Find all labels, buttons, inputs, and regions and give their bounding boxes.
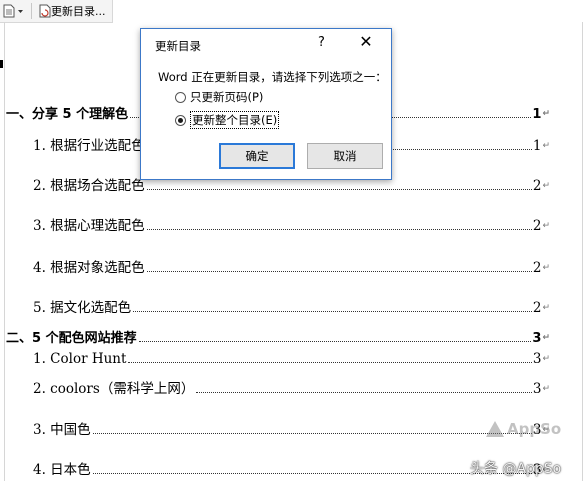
dialog-title: 更新目录: [155, 39, 201, 53]
toc-page-number: 1: [532, 107, 542, 122]
toc-leader: [128, 362, 532, 363]
radio-update-page-numbers[interactable]: 只更新页码(P): [175, 89, 263, 105]
toc-page-number: 2: [532, 300, 542, 316]
toc-page-number: 2: [532, 260, 542, 276]
radio-label: 更新整个目录(E): [190, 111, 280, 129]
toc-entry[interactable]: 5. 据文化选配色 2 ↵: [33, 296, 550, 316]
toc-page-number: 3: [532, 331, 542, 346]
radio-button-selected[interactable]: [175, 114, 186, 126]
cancel-button[interactable]: 取消: [307, 143, 383, 169]
paragraph-mark: ↵: [542, 333, 550, 343]
toc-entry-label: 2. coolors（需科学上网）: [33, 381, 195, 397]
toc-leader: [196, 392, 532, 393]
help-button[interactable]: ?: [318, 35, 325, 50]
brand-logo-icon: [486, 421, 504, 437]
paragraph-mark: ↵: [542, 221, 550, 231]
toc-entry-label: 1. Color Hunt: [33, 351, 127, 367]
toc-entry[interactable]: 3. 根据心理选配色 2 ↵: [33, 214, 550, 234]
toc-entry[interactable]: 2. coolors（需科学上网） 3 ↵: [33, 377, 550, 397]
toc-entry[interactable]: 3. 中国色 3 ↵: [33, 418, 550, 438]
toc-entry-label: 3. 中国色: [33, 422, 91, 438]
toc-entry[interactable]: 4. 根据对象选配色 2 ↵: [33, 256, 550, 276]
toc-leader: [92, 473, 532, 474]
toc-entry[interactable]: 二、5 个配色网站推荐 3 ↵: [6, 326, 550, 346]
toc-page-number: 3: [532, 381, 542, 397]
toc-leader: [146, 189, 532, 190]
toc-page-number: 3: [532, 351, 542, 367]
paragraph-mark: ↵: [542, 109, 550, 119]
paragraph-mark: ↵: [542, 303, 550, 313]
source-watermark: 头条 @AppSo: [470, 461, 562, 477]
ok-button[interactable]: 确定: [219, 143, 295, 169]
toc-entry-label: 二、5 个配色网站推荐: [6, 331, 137, 346]
toc-leader: [146, 271, 532, 272]
toc-page-number: 1: [532, 138, 542, 154]
toc-entry-label: 1. 根据行业选配色: [33, 138, 145, 154]
paragraph-mark: ↵: [542, 181, 550, 191]
toc-leader: [92, 433, 532, 434]
toc-entry-label: 一、分享 5 个理解色: [6, 107, 129, 122]
toc-page-number: 2: [532, 178, 542, 194]
paragraph-mark: ↵: [542, 263, 550, 273]
brand-watermark-text: AppSo: [507, 420, 562, 438]
brand-watermark: AppSo: [486, 420, 561, 438]
toc-leader: [146, 229, 532, 230]
close-icon[interactable]: ✕: [356, 32, 376, 51]
toc-leader: [133, 311, 532, 312]
toc-entry-label: 2. 根据场合选配色: [33, 178, 145, 194]
radio-label: 只更新页码(P): [190, 90, 264, 104]
radio-button[interactable]: [175, 91, 186, 103]
update-toc-dialog: 更新目录 ? ✕ Word 正在更新目录，请选择下列选项之一： 只更新页码(P)…: [140, 28, 392, 180]
toc-entry-label: 3. 根据心理选配色: [33, 218, 145, 234]
dialog-message: Word 正在更新目录，请选择下列选项之一：: [158, 70, 387, 84]
paragraph-mark: ↵: [542, 141, 550, 151]
paragraph-mark: ↵: [542, 384, 550, 394]
toc-page-number: 2: [532, 218, 542, 234]
toc-entry-label: 4. 日本色: [33, 462, 91, 478]
paragraph-mark: ↵: [542, 354, 550, 364]
toc-entry[interactable]: 1. Color Hunt 3 ↵: [33, 347, 550, 367]
toc-entry-label: 4. 根据对象选配色: [33, 260, 145, 276]
radio-update-entire-toc[interactable]: 更新整个目录(E): [175, 111, 280, 129]
toc-leader: [138, 341, 532, 342]
toc-entry-label: 5. 据文化选配色: [33, 300, 132, 316]
